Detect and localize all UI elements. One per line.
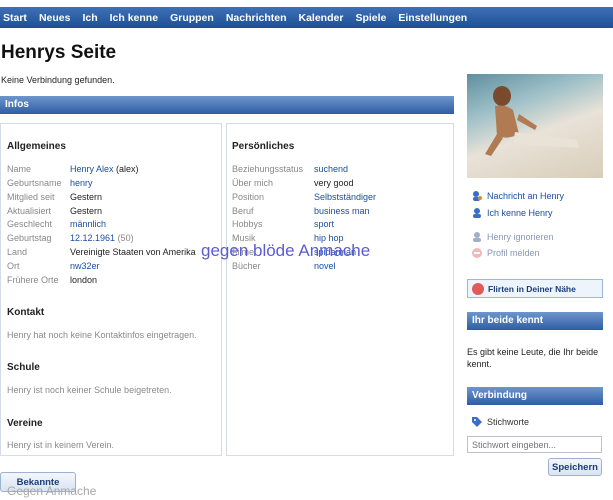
label-former-places: Frühere Orte xyxy=(7,275,59,285)
age: (50) xyxy=(117,233,134,243)
profile-photo[interactable] xyxy=(467,74,603,178)
value-job[interactable]: business man xyxy=(314,206,370,216)
birthday-link[interactable]: 12.12.1961 xyxy=(70,233,115,243)
clubs-note: Henry ist in keinem Verein. xyxy=(7,440,115,450)
school-heading: Schule xyxy=(7,362,40,373)
clubs-heading: Vereine xyxy=(7,418,43,429)
school-note: Henry ist noch keiner Schule beigetreten… xyxy=(7,385,172,395)
label-gender: Geschlecht xyxy=(7,219,53,229)
value-hobbies[interactable]: sport xyxy=(314,219,334,229)
nav-ich[interactable]: Ich xyxy=(82,12,97,24)
connection-heading: Verbindung xyxy=(467,387,603,405)
value-music[interactable]: hip hop xyxy=(314,233,344,243)
label-hobbies: Hobbys xyxy=(232,219,263,229)
nav-ich-kenne[interactable]: Ich kenne xyxy=(110,12,158,24)
nickname: (alex) xyxy=(116,164,139,174)
flirt-icon xyxy=(472,282,484,295)
personal-heading: Persönliches xyxy=(232,141,295,152)
report-action[interactable]: Profil melden xyxy=(471,247,540,259)
flirt-label: Flirten in Deiner Nähe xyxy=(488,283,576,294)
value-city[interactable]: nw32er xyxy=(70,261,100,271)
label-about: Über mich xyxy=(232,178,274,188)
label-books: Bücher xyxy=(232,261,261,271)
value-gender[interactable]: männlich xyxy=(70,219,106,229)
ignore-user-icon xyxy=(471,231,483,243)
value-movies[interactable]: spiderman xyxy=(314,247,356,257)
label-birthname: Geburtsname xyxy=(7,178,62,188)
label-updated: Aktualisiert xyxy=(7,206,52,216)
ignore-action[interactable]: Henry ignorieren xyxy=(471,231,554,243)
message-icon xyxy=(471,190,483,202)
label-member-since: Mitglied seit xyxy=(7,192,55,202)
label-birthday: Geburtstag xyxy=(7,233,52,243)
connection-status: Keine Verbindung gefunden. xyxy=(1,75,115,85)
label-position: Position xyxy=(232,192,265,202)
value-position[interactable]: Selbstständiger xyxy=(314,192,376,202)
nav-start[interactable]: Start xyxy=(3,12,27,24)
info-header: Infos xyxy=(0,96,454,114)
contact-note: Henry hat noch keine Kontaktinfos einget… xyxy=(7,330,197,340)
nav-einstellungen[interactable]: Einstellungen xyxy=(398,12,467,24)
profile-name-link[interactable]: Henry Alex xyxy=(70,164,114,174)
page-title: Henrys Seite xyxy=(1,42,117,63)
label-music: Musik xyxy=(232,233,256,243)
value-former-places: london xyxy=(70,275,98,285)
tag-icon xyxy=(471,416,483,428)
keyword-input[interactable] xyxy=(467,436,602,453)
report-label: Profil melden xyxy=(487,248,540,258)
save-button[interactable]: Speichern xyxy=(548,458,602,476)
top-nav: Start Neues Ich Ich kenne Gruppen Nachri… xyxy=(0,7,613,28)
send-message-action[interactable]: Nachricht an Henry xyxy=(471,190,564,202)
value-birthname[interactable]: henry xyxy=(70,178,93,188)
value-updated: Gestern xyxy=(70,206,103,216)
keyword-row: Stichworte xyxy=(471,416,529,428)
label-movies: Filme xyxy=(232,247,254,257)
nav-spiele[interactable]: Spiele xyxy=(355,12,386,24)
i-know-action[interactable]: Ich kenne Henry xyxy=(471,207,553,219)
nav-kalender[interactable]: Kalender xyxy=(299,12,344,24)
label-country: Land xyxy=(7,247,28,257)
value-birthday: 12.12.1961 (50) xyxy=(70,233,134,243)
bottom-overlay-caption: Gegen Anmache xyxy=(7,484,97,498)
mutual-text: Es gibt keine Leute, die Ihr beide kennt… xyxy=(467,347,599,369)
flirt-button[interactable]: Flirten in Deiner Nähe xyxy=(467,279,603,298)
report-icon xyxy=(471,247,483,259)
keyword-label: Stichworte xyxy=(487,417,530,427)
value-country: Vereinigte Staaten von Amerika xyxy=(70,247,196,257)
general-heading: Allgemeines xyxy=(7,141,66,152)
nav-nachrichten[interactable]: Nachrichten xyxy=(226,12,287,24)
value-books[interactable]: novel xyxy=(314,261,336,271)
contact-heading: Kontakt xyxy=(7,307,45,318)
profile-photo-image xyxy=(485,86,579,156)
ignore-label: Henry ignorieren xyxy=(487,232,554,242)
value-about: very good xyxy=(314,178,354,188)
value-member-since: Gestern xyxy=(70,192,103,202)
label-city: Ort xyxy=(7,261,20,271)
mutual-heading: Ihr beide kennt xyxy=(467,312,603,330)
value-relationship[interactable]: suchend xyxy=(314,164,348,174)
contact-icon xyxy=(471,207,483,219)
nav-neues[interactable]: Neues xyxy=(39,12,71,24)
value-name: Henry Alex (alex) xyxy=(70,164,139,174)
i-know-label: Ich kenne Henry xyxy=(487,208,553,218)
label-relationship: Beziehungsstatus xyxy=(232,164,304,174)
nav-gruppen[interactable]: Gruppen xyxy=(170,12,214,24)
send-message-label: Nachricht an Henry xyxy=(487,191,565,201)
label-name: Name xyxy=(7,164,32,174)
label-job: Beruf xyxy=(232,206,254,216)
